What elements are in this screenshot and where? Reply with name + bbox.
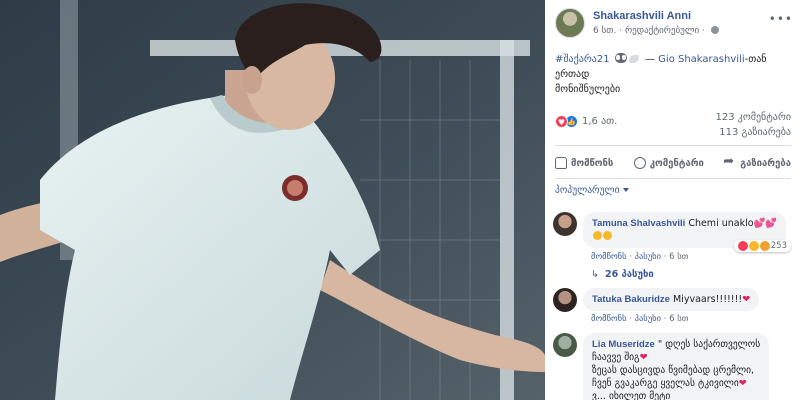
comment-text: Miyvaars!!!!!!!	[673, 294, 743, 305]
view-replies-link[interactable]: ↳ 26 პასუხი	[591, 269, 654, 280]
reply-arrow-icon: ↳	[591, 269, 599, 280]
comment-reply-link[interactable]: პასუხი	[635, 314, 661, 324]
tagged-user-link[interactable]: Gio Shakarashvili	[658, 54, 744, 65]
share-arrow-icon	[723, 154, 736, 169]
comment-like-link[interactable]: მომწონს	[591, 252, 627, 262]
comment-bubble: Tatuka Bakuridze Miyvaars!!!!!!!❤	[583, 288, 760, 311]
sad-reaction-icon	[748, 241, 759, 251]
comment-bubble-icon	[633, 157, 646, 169]
replies-count: 26 პასუხი	[604, 269, 654, 280]
post-text-line2: მონიშნულები	[555, 84, 621, 95]
comment-text-line4: ჩვენ გვაკარგე ყველას ტკივილი	[592, 378, 739, 389]
comment-text: Chemi unaklo	[688, 218, 754, 229]
comment-reaction-count: 253	[770, 241, 787, 251]
comment-author[interactable]: Tatuka Bakuridze	[592, 294, 670, 305]
like-button[interactable]: მომწონს	[555, 152, 613, 174]
divider-2	[555, 178, 791, 179]
crying-emoji-icon	[593, 231, 602, 240]
more-options-icon[interactable]: •••	[769, 12, 793, 26]
edited-label[interactable]: რედაქტირებული	[625, 26, 699, 36]
haha-reaction-icon	[759, 241, 770, 251]
author-avatar[interactable]	[555, 8, 585, 38]
comment-button[interactable]: კომენტარი	[633, 152, 704, 174]
author-name[interactable]: Shakarashvili Anni	[593, 10, 691, 22]
reactions-count[interactable]: 1,6 ათ.	[582, 116, 617, 127]
dove-emoji-icon	[628, 55, 639, 63]
globe-icon[interactable]	[710, 26, 719, 34]
comment-sort-dropdown[interactable]: პოპულარული	[555, 185, 629, 196]
comment-reply-link[interactable]: პასუხი	[635, 252, 661, 262]
comment-time[interactable]: 6 სთ	[669, 314, 688, 324]
heart-emoji-icon: ❤	[742, 294, 751, 305]
heart-emoji-icon: ❤	[738, 378, 747, 389]
divider	[555, 145, 791, 146]
post-header: Shakarashvili Anni 6 სთ. · რედაქტირებული…	[555, 8, 795, 42]
post-actions: მომწონს კომენტარი გაზიარება	[555, 152, 791, 174]
comment-time[interactable]: 6 სთ	[669, 252, 688, 262]
thumbs-up-icon	[555, 157, 567, 169]
post-time[interactable]: 6 სთ.	[593, 26, 616, 36]
comment-reactions[interactable]: 253	[733, 240, 791, 252]
comment-text-line1: " დღეს საქართველოს	[657, 339, 761, 350]
sort-label: პოპულარული	[555, 185, 620, 196]
tag-separator: —	[644, 54, 655, 65]
love-reaction-icon	[737, 241, 748, 251]
heart-emoji-icon: ❤	[639, 352, 648, 363]
comment-actions: მომწონს · პასუხი · 6 სთ	[591, 252, 689, 262]
comment-author[interactable]: Lia Museridze	[592, 339, 655, 350]
comments-count[interactable]: 123 კომენტარი	[715, 112, 791, 123]
crying-emoji-icon	[603, 231, 612, 240]
heart-emoji-icon: 💕💕	[753, 218, 778, 229]
commenter-avatar[interactable]	[553, 333, 577, 357]
comment-text-line3: ზეცას დასცივდა წვიმებად ცრემლი,	[592, 365, 755, 376]
player-photo-illustration	[0, 0, 545, 400]
love-reaction-icon: ♥	[555, 115, 568, 128]
like-button-label: მომწონს	[571, 157, 614, 169]
see-more-link[interactable]: ვ... იხილეთ მეტი	[592, 391, 670, 400]
share-button-label: გაზიარება	[740, 157, 791, 169]
chevron-down-icon	[622, 188, 629, 192]
post-side-panel: Shakarashvili Anni 6 სთ. · რედაქტირებული…	[545, 0, 800, 400]
comment-bubble: Lia Museridze " დღეს საქართველოს ჩაავვე …	[583, 333, 770, 400]
hashtag-link[interactable]: #შაქარა21	[555, 54, 610, 65]
shares-count[interactable]: 113 გაზიარება	[719, 127, 791, 138]
share-button[interactable]: გაზიარება	[723, 152, 791, 174]
comment-button-label: კომენტარი	[649, 157, 704, 169]
meta-separator-2: ·	[702, 26, 708, 36]
eyes-emoji-icon	[614, 53, 627, 63]
commenter-avatar[interactable]	[553, 212, 577, 236]
post-photo[interactable]	[0, 0, 545, 400]
post-text: #შაქარა21 — Gio Shakarashvili-თან ერთად …	[555, 52, 791, 97]
comment-author[interactable]: Tamuna Shalvashvili	[592, 218, 685, 229]
comment-actions: მომწონს · პასუხი · 6 სთ	[591, 314, 689, 324]
comment-text-line2: ჩაავვე შიგ	[592, 352, 640, 363]
post-meta: 6 სთ. · რედაქტირებული ·	[593, 26, 719, 36]
comment-like-link[interactable]: მომწონს	[591, 314, 627, 324]
reactions-summary: ♥ 👍 1,6 ათ. 123 კომენტარი 113 გაზიარება	[555, 112, 791, 142]
commenter-avatar[interactable]	[553, 288, 577, 312]
